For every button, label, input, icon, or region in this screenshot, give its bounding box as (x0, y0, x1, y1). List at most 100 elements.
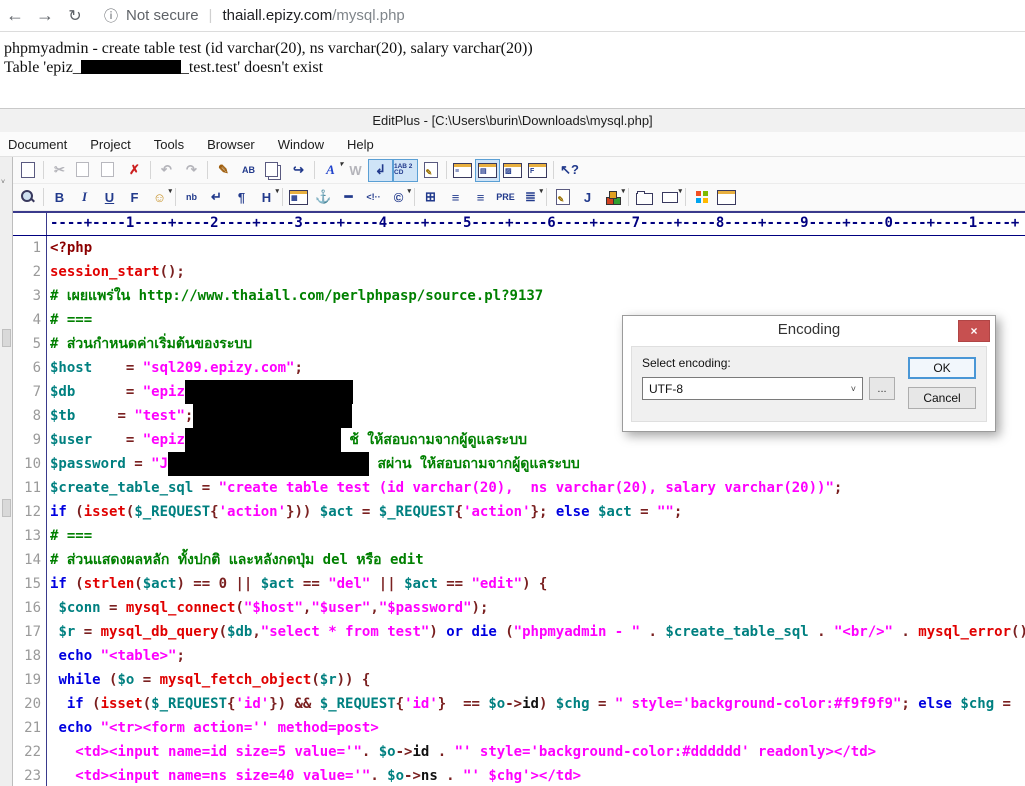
new-document-icon[interactable] (15, 159, 40, 182)
italic-icon[interactable]: I (72, 186, 97, 209)
line-number: 23 (24, 768, 41, 784)
code-text: # === (46, 524, 1025, 548)
font-tag-icon[interactable]: F (122, 186, 147, 209)
frameset-icon[interactable] (714, 186, 739, 209)
menu-item-project[interactable]: Project (90, 137, 130, 152)
menu-item-document[interactable]: Document (8, 137, 67, 152)
paragraph-icon[interactable]: ¶ (229, 186, 254, 209)
image-icon[interactable]: ▦ (286, 186, 311, 209)
cut-icon[interactable]: ✂ (47, 159, 72, 182)
paste-icon[interactable] (97, 159, 122, 182)
menu-item-window[interactable]: Window (278, 137, 324, 152)
browser-preview-icon[interactable] (15, 186, 40, 209)
right-align-icon[interactable]: ≡ (468, 186, 493, 209)
browser-window-icon[interactable] (689, 186, 714, 209)
word-wrap-icon[interactable]: ↲ (368, 158, 393, 182)
center-align-icon[interactable]: ≡ (443, 186, 468, 209)
encoding-select[interactable]: UTF-8 ˅ (642, 377, 863, 400)
emoticon-icon[interactable]: ☺ ▾ (147, 186, 172, 209)
table-icon[interactable]: ⊞ (418, 186, 443, 209)
code-line[interactable]: 3 # เผยแพร่ใน http://www.thaiall.com/perl… (13, 284, 1025, 308)
code-line[interactable]: 23 <td><input name=ns size=40 value='". … (13, 764, 1025, 786)
menu-item-help[interactable]: Help (347, 137, 374, 152)
code-text: $conn = mysql_connect("$host","$user","$… (46, 596, 1025, 620)
code-line[interactable]: 13 # === (13, 524, 1025, 548)
toolbar-standard: ✂ ✗ ↶ ↷ ✎ AB ↪ A ▾ W ↲ 1AB 2CD ✎ ≡ ▤ ▨ F ↖? (13, 157, 1025, 184)
heading-icon[interactable]: H ▾ (254, 186, 279, 209)
preformatted-icon[interactable]: PRE (493, 186, 518, 209)
copy-icon[interactable] (72, 159, 97, 182)
line-number: 7 (32, 384, 41, 400)
cliptext-window-icon[interactable]: ≡ (450, 159, 475, 182)
preferences-icon[interactable]: ✎ (418, 159, 443, 182)
undo-icon[interactable]: ↶ (154, 159, 179, 182)
anchor-icon[interactable]: ⚓ (311, 186, 336, 209)
code-line[interactable]: 17 $r = mysql_db_query($db,"select * fro… (13, 620, 1025, 644)
code-text: # เผยแพร่ใน http://www.thaiall.com/perlp… (46, 284, 1025, 308)
sidebar-window-icon[interactable]: ▤ (475, 158, 500, 182)
code-line[interactable]: 2 session_start(); (13, 260, 1025, 284)
code-line[interactable]: 22 <td><input name=id size=5 value='". $… (13, 740, 1025, 764)
code-line[interactable]: 19 while ($o = mysql_fetch_object($r)) { (13, 668, 1025, 692)
submit-button-icon[interactable]: ▾ (657, 186, 682, 209)
code-text: <?php (46, 236, 1025, 260)
code-line[interactable]: 21 echo "<tr><form action='' method=post… (13, 716, 1025, 740)
ok-button[interactable]: OK (908, 357, 976, 379)
javascript-icon[interactable]: J (575, 186, 600, 209)
url-host[interactable]: thaiall.epizy.com (222, 7, 332, 24)
line-number-icon[interactable]: 1AB 2CD (393, 158, 418, 182)
code-line[interactable]: 14 # ส่วนแสดงผลหลัก ทั้งปกติ และหลังกดปุ่… (13, 548, 1025, 572)
toolbar-html: B I U F ☺ ▾ nb ↵ ¶ H ▾ ▦ ⚓ ━ <!·· © ▾ ⊞ ≡ ≡ PRE ≣ ▾ ✎ J ▾ ▾ (13, 184, 1025, 211)
bold-icon[interactable]: B (47, 186, 72, 209)
code-line[interactable]: 18 echo "<table>"; (13, 644, 1025, 668)
splitter-handle[interactable] (2, 499, 11, 517)
code-line[interactable]: 1 <?php (13, 236, 1025, 260)
nonbreaking-space-icon[interactable]: nb (179, 186, 204, 209)
comment-tag-icon[interactable]: <!·· (361, 186, 386, 209)
goto-line-icon[interactable]: ↪ (286, 159, 311, 182)
copyright-icon[interactable]: © ▾ (386, 186, 411, 209)
side-panel-strip[interactable]: ˅ (0, 157, 13, 786)
back-icon[interactable]: ← (0, 5, 30, 26)
function-list-icon[interactable]: F (525, 159, 550, 182)
browse-button[interactable]: ... (869, 377, 895, 400)
word-count-icon[interactable]: W (343, 159, 368, 182)
underline-icon[interactable]: U (97, 186, 122, 209)
find-icon[interactable]: ✎ (211, 159, 236, 182)
redo-icon[interactable]: ↷ (179, 159, 204, 182)
line-number: 17 (24, 624, 41, 640)
redaction-box (184, 380, 353, 404)
script-icon[interactable]: ✎ (550, 186, 575, 209)
tools-window-icon[interactable]: ▨ (500, 159, 525, 182)
redaction-box (80, 60, 181, 74)
line-number: 2 (32, 264, 41, 280)
url-path[interactable]: /mysql.php (332, 7, 405, 24)
reload-icon[interactable]: ↻ (60, 6, 90, 26)
cancel-button[interactable]: Cancel (908, 387, 976, 409)
line-number: 4 (32, 312, 41, 328)
horizontal-rule-icon[interactable]: ━ (336, 186, 361, 209)
forward-icon[interactable]: → (30, 5, 60, 26)
code-line[interactable]: 20 if (isset($_REQUEST{'id'}) && $_REQUE… (13, 692, 1025, 716)
info-icon[interactable]: ⓘ (104, 6, 118, 26)
line-break-icon[interactable]: ↵ (204, 186, 229, 209)
code-line[interactable]: 11 $create_table_sql = "create table test… (13, 476, 1025, 500)
replace-icon[interactable]: AB (236, 159, 261, 182)
menu-item-browser[interactable]: Browser (207, 137, 255, 152)
font-icon[interactable]: A ▾ (318, 159, 343, 182)
encoding-value: UTF-8 (649, 381, 683, 396)
code-line[interactable]: 16 $conn = mysql_connect("$host","$user"… (13, 596, 1025, 620)
menu-item-tools[interactable]: Tools (154, 137, 184, 152)
code-line[interactable]: 12 if (isset($_REQUEST{'action'})) $act =… (13, 500, 1025, 524)
context-help-icon[interactable]: ↖? (557, 159, 582, 182)
close-icon[interactable]: × (958, 320, 990, 342)
code-text: $create_table_sql = "create table test (… (46, 476, 1025, 500)
splitter-handle[interactable] (2, 329, 11, 347)
code-line[interactable]: 10 $password = "J สผ่าน ให้สอบถามจากผู้ดู… (13, 452, 1025, 476)
delete-icon[interactable]: ✗ (122, 159, 147, 182)
form-icon[interactable] (632, 186, 657, 209)
find-in-files-icon[interactable] (261, 159, 286, 182)
object-icon[interactable]: ▾ (600, 186, 625, 209)
list-icon[interactable]: ≣ ▾ (518, 186, 543, 209)
code-line[interactable]: 15 if (strlen($act) == 0 || $act == "del"… (13, 572, 1025, 596)
